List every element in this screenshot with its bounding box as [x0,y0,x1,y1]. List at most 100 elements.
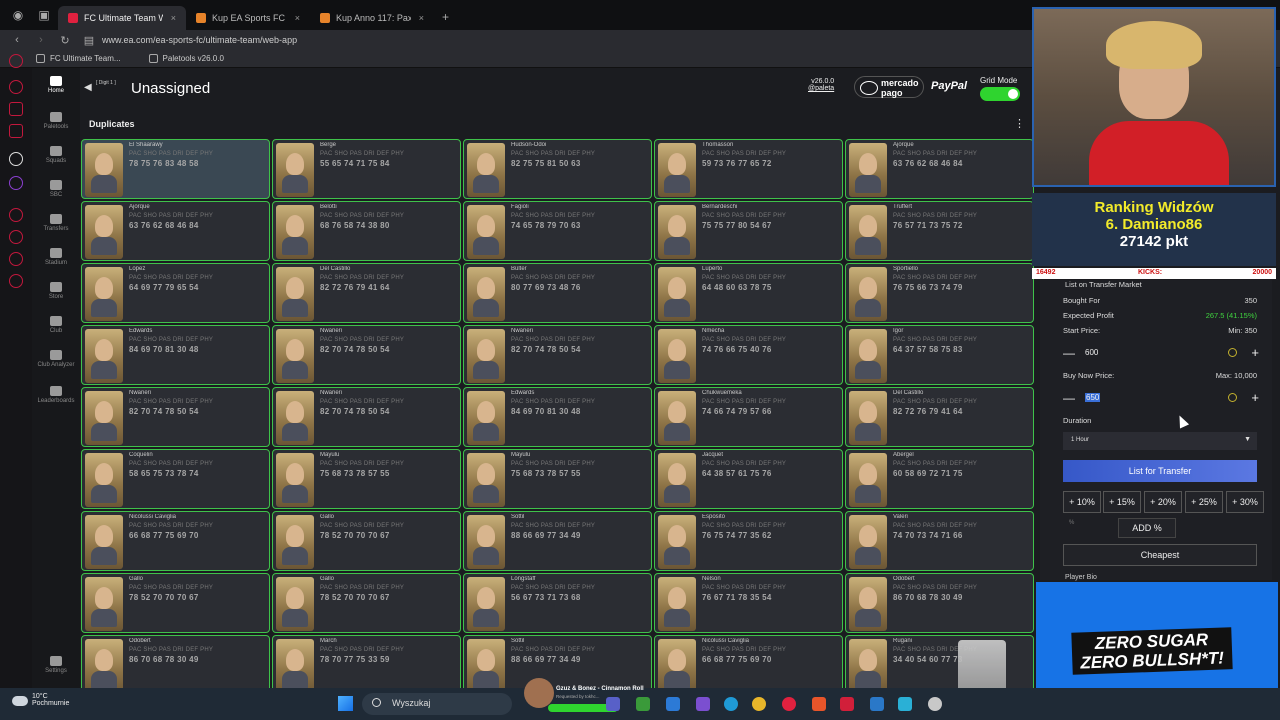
player-card[interactable]: Nwaneri PAC SHO PAS DRI DEF PHY 82 70 74 7… [272,387,461,447]
browser-tab[interactable]: Kup EA Sports FC 26 - 58 × [186,6,310,30]
nav-item-stadium[interactable]: Stadium [32,248,80,266]
author-link[interactable]: @paleta [808,85,834,92]
tab-close-icon[interactable]: × [295,13,300,23]
side-icon-5[interactable] [9,152,23,166]
player-card[interactable]: Bülter PAC SHO PAS DRI DEF PHY 80 77 69 73… [463,263,652,323]
player-card[interactable]: Bernardeschi PAC SHO PAS DRI DEF PHY 75 75… [654,201,843,261]
tab-search-icon[interactable]: ▣ [36,7,52,23]
player-card[interactable]: Ajorque PAC SHO PAS DRI DEF PHY 63 76 62 6… [81,201,270,261]
player-card[interactable]: El Shaarawy PAC SHO PAS DRI DEF PHY 78 75 … [81,139,270,199]
side-icon-3[interactable] [9,102,23,116]
buy-now-plus-button[interactable]: + [1251,390,1259,405]
nav-item-sbc[interactable]: SBC [32,180,80,198]
side-icon-10[interactable] [9,274,23,288]
player-card[interactable]: Edwards PAC SHO PAS DRI DEF PHY 84 69 70 8… [463,387,652,447]
side-icon-4[interactable] [9,124,23,138]
player-card[interactable]: Longstaff PAC SHO PAS DRI DEF PHY 56 67 73… [463,573,652,633]
player-card[interactable]: Odobert PAC SHO PAS DRI DEF PHY 86 70 68 7… [81,635,270,688]
side-icon-2[interactable] [9,80,23,94]
player-card[interactable]: Truffert PAC SHO PAS DRI DEF PHY 76 57 71 … [845,201,1034,261]
duration-select[interactable]: 1 Hour ▼ [1063,432,1257,450]
player-card[interactable]: Igor PAC SHO PAS DRI DEF PHY 64 37 57 58 7… [845,325,1034,385]
brave-icon[interactable] [812,697,826,711]
app-icon-4[interactable] [696,697,710,711]
add-20-percent-button[interactable]: + 20% [1144,491,1182,513]
player-card[interactable]: Nelson PAC SHO PAS DRI DEF PHY 76 67 71 78… [654,573,843,633]
discord-icon[interactable] [606,697,620,711]
nav-item-leaderboards[interactable]: Leaderboards [32,386,80,404]
player-card[interactable]: Coquelin PAC SHO PAS DRI DEF PHY 58 65 75 … [81,449,270,509]
start-price-plus-button[interactable]: + [1251,345,1259,360]
player-card[interactable]: Belotti PAC SHO PAS DRI DEF PHY 68 76 58 7… [272,201,461,261]
add-10-percent-button[interactable]: + 10% [1063,491,1101,513]
player-card[interactable]: Nicolussi Caviglia PAC SHO PAS DRI DEF PH… [654,635,843,688]
taskbar-search[interactable]: Wyszukaj [362,693,512,715]
app-icon-11[interactable] [898,697,912,711]
player-card[interactable]: Fagioli PAC SHO PAS DRI DEF PHY 74 65 78 7… [463,201,652,261]
player-card[interactable]: Mayulu PAC SHO PAS DRI DEF PHY 75 68 73 78… [463,449,652,509]
bookmark-fc[interactable]: FC Ultimate Team... [36,54,121,63]
buy-now-input[interactable]: 650 [1085,393,1101,402]
nav-item-settings[interactable]: Settings [32,656,80,674]
url-field[interactable]: www.ea.com/ea-sports-fc/ultimate-team/we… [102,35,297,45]
player-card[interactable]: Lopez PAC SHO PAS DRI DEF PHY 64 69 77 79 … [81,263,270,323]
browser-tab[interactable]: FC Ultimate Team Web Ap × [58,6,186,30]
twitch-icon[interactable] [9,176,23,190]
bookmark-paletools[interactable]: Paletools v26.0.0 [148,54,224,63]
player-card[interactable]: Nicolussi Caviglia PAC SHO PAS DRI DEF PH… [81,511,270,571]
player-card[interactable]: Nwaneri PAC SHO PAS DRI DEF PHY 82 70 74 7… [81,387,270,447]
buy-now-minus-button[interactable]: — [1063,391,1075,405]
add-25-percent-button[interactable]: + 25% [1185,491,1223,513]
player-card[interactable]: Del Castillo PAC SHO PAS DRI DEF PHY 82 72… [845,387,1034,447]
chrome-icon[interactable] [752,697,766,711]
player-card[interactable]: Mayulu PAC SHO PAS DRI DEF PHY 75 68 73 78… [272,449,461,509]
side-icon-7[interactable] [9,208,23,222]
nav-item-squads[interactable]: Squads [32,146,80,164]
vivaldi-icon[interactable] [840,697,854,711]
app-icon-10[interactable] [870,697,884,711]
player-card[interactable]: Sottil PAC SHO PAS DRI DEF PHY 88 66 69 77… [463,511,652,571]
cheapest-button[interactable]: Cheapest [1063,544,1257,566]
player-card[interactable]: Valeri PAC SHO PAS DRI DEF PHY 74 70 73 74… [845,511,1034,571]
add-15-percent-button[interactable]: + 15% [1103,491,1141,513]
player-card[interactable]: Odobert PAC SHO PAS DRI DEF PHY 86 70 68 7… [845,573,1034,633]
new-tab-icon[interactable]: + [442,10,449,24]
tab-close-icon[interactable]: × [171,13,176,23]
player-card[interactable]: Gallo PAC SHO PAS DRI DEF PHY 78 52 70 70 … [81,573,270,633]
grid-mode-toggle[interactable] [980,87,1020,101]
player-card[interactable]: Jacquet PAC SHO PAS DRI DEF PHY 64 38 57 6… [654,449,843,509]
nav-item-club-analyzer[interactable]: Club Analyzer [32,350,80,368]
browser-tab[interactable]: Kup Anno 117: Pax Roman × [310,6,434,30]
nav-item-home[interactable]: Home [32,76,80,94]
nav-item-store[interactable]: Store [32,282,80,300]
browser-menu-icon[interactable]: ◉ [10,7,26,23]
player-card[interactable]: Ajorque PAC SHO PAS DRI DEF PHY 63 76 62 6… [845,139,1034,199]
clock-icon[interactable] [9,230,23,244]
side-icon-9[interactable] [9,252,23,266]
player-card[interactable]: Edwards PAC SHO PAS DRI DEF PHY 84 69 70 8… [81,325,270,385]
back-icon[interactable]: ‹ [10,34,24,46]
player-card[interactable]: Sottil PAC SHO PAS DRI DEF PHY 88 66 69 77… [463,635,652,688]
percent-input[interactable]: % [1063,517,1107,535]
player-card[interactable]: Berge PAC SHO PAS DRI DEF PHY 55 65 74 71 … [272,139,461,199]
add-percent-button[interactable]: ADD % [1118,518,1176,538]
site-info-icon[interactable]: ▤ [82,34,96,47]
player-card[interactable]: Del Castillo PAC SHO PAS DRI DEF PHY 82 72… [272,263,461,323]
player-card[interactable]: Gallo PAC SHO PAS DRI DEF PHY 78 52 70 70 … [272,511,461,571]
app-icon-12[interactable] [928,697,942,711]
player-card[interactable]: Sportiello PAC SHO PAS DRI DEF PHY 76 75 6… [845,263,1034,323]
windows-start-icon[interactable] [338,696,353,711]
player-card[interactable]: Abergel PAC SHO PAS DRI DEF PHY 60 58 69 7… [845,449,1034,509]
app-icon-2[interactable] [636,697,650,711]
player-card[interactable]: Esposito PAC SHO PAS DRI DEF PHY 76 75 74 … [654,511,843,571]
player-card[interactable]: Hudson-Odoi PAC SHO PAS DRI DEF PHY 82 75 … [463,139,652,199]
player-bio-link[interactable]: Player Bio [1065,574,1097,581]
player-card[interactable]: Nwaneri PAC SHO PAS DRI DEF PHY 82 70 74 7… [272,325,461,385]
player-card[interactable]: Thomasson PAC SHO PAS DRI DEF PHY 59 73 76… [654,139,843,199]
player-card[interactable]: Nmecha PAC SHO PAS DRI DEF PHY 74 76 66 75… [654,325,843,385]
nav-item-club[interactable]: Club [32,316,80,334]
opera-icon[interactable] [782,697,796,711]
edge-icon[interactable] [724,697,738,711]
more-options-icon[interactable]: ⋮ [1014,117,1025,130]
player-card[interactable]: Chukwuemeka PAC SHO PAS DRI DEF PHY 74 66 … [654,387,843,447]
